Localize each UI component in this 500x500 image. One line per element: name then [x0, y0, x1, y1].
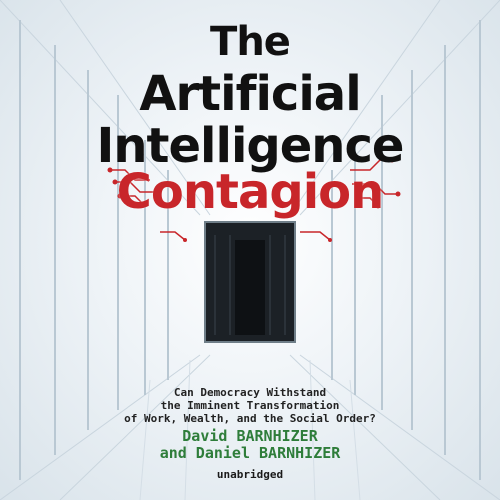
title-line-accent: Contagion — [116, 164, 385, 220]
title-line-2: Artificial — [139, 66, 361, 122]
subtitle-line-1: Can Democracy Withstand — [173, 386, 327, 399]
subtitle-line-3: of Work, Wealth, and the Social Order? — [124, 412, 376, 425]
author-line-2: and Daniel BARNHIZER — [159, 444, 341, 462]
title-line-3: Intelligence — [96, 118, 405, 174]
audiobook-cover: The Artificial Intelligence Contagion Ca… — [0, 0, 500, 500]
title-line-1: The — [210, 19, 291, 65]
edition-label: unabridged — [216, 468, 284, 481]
author-line-1: David BARNHIZER — [182, 427, 318, 445]
subtitle-line-2: the Imminent Transformation — [160, 399, 340, 412]
